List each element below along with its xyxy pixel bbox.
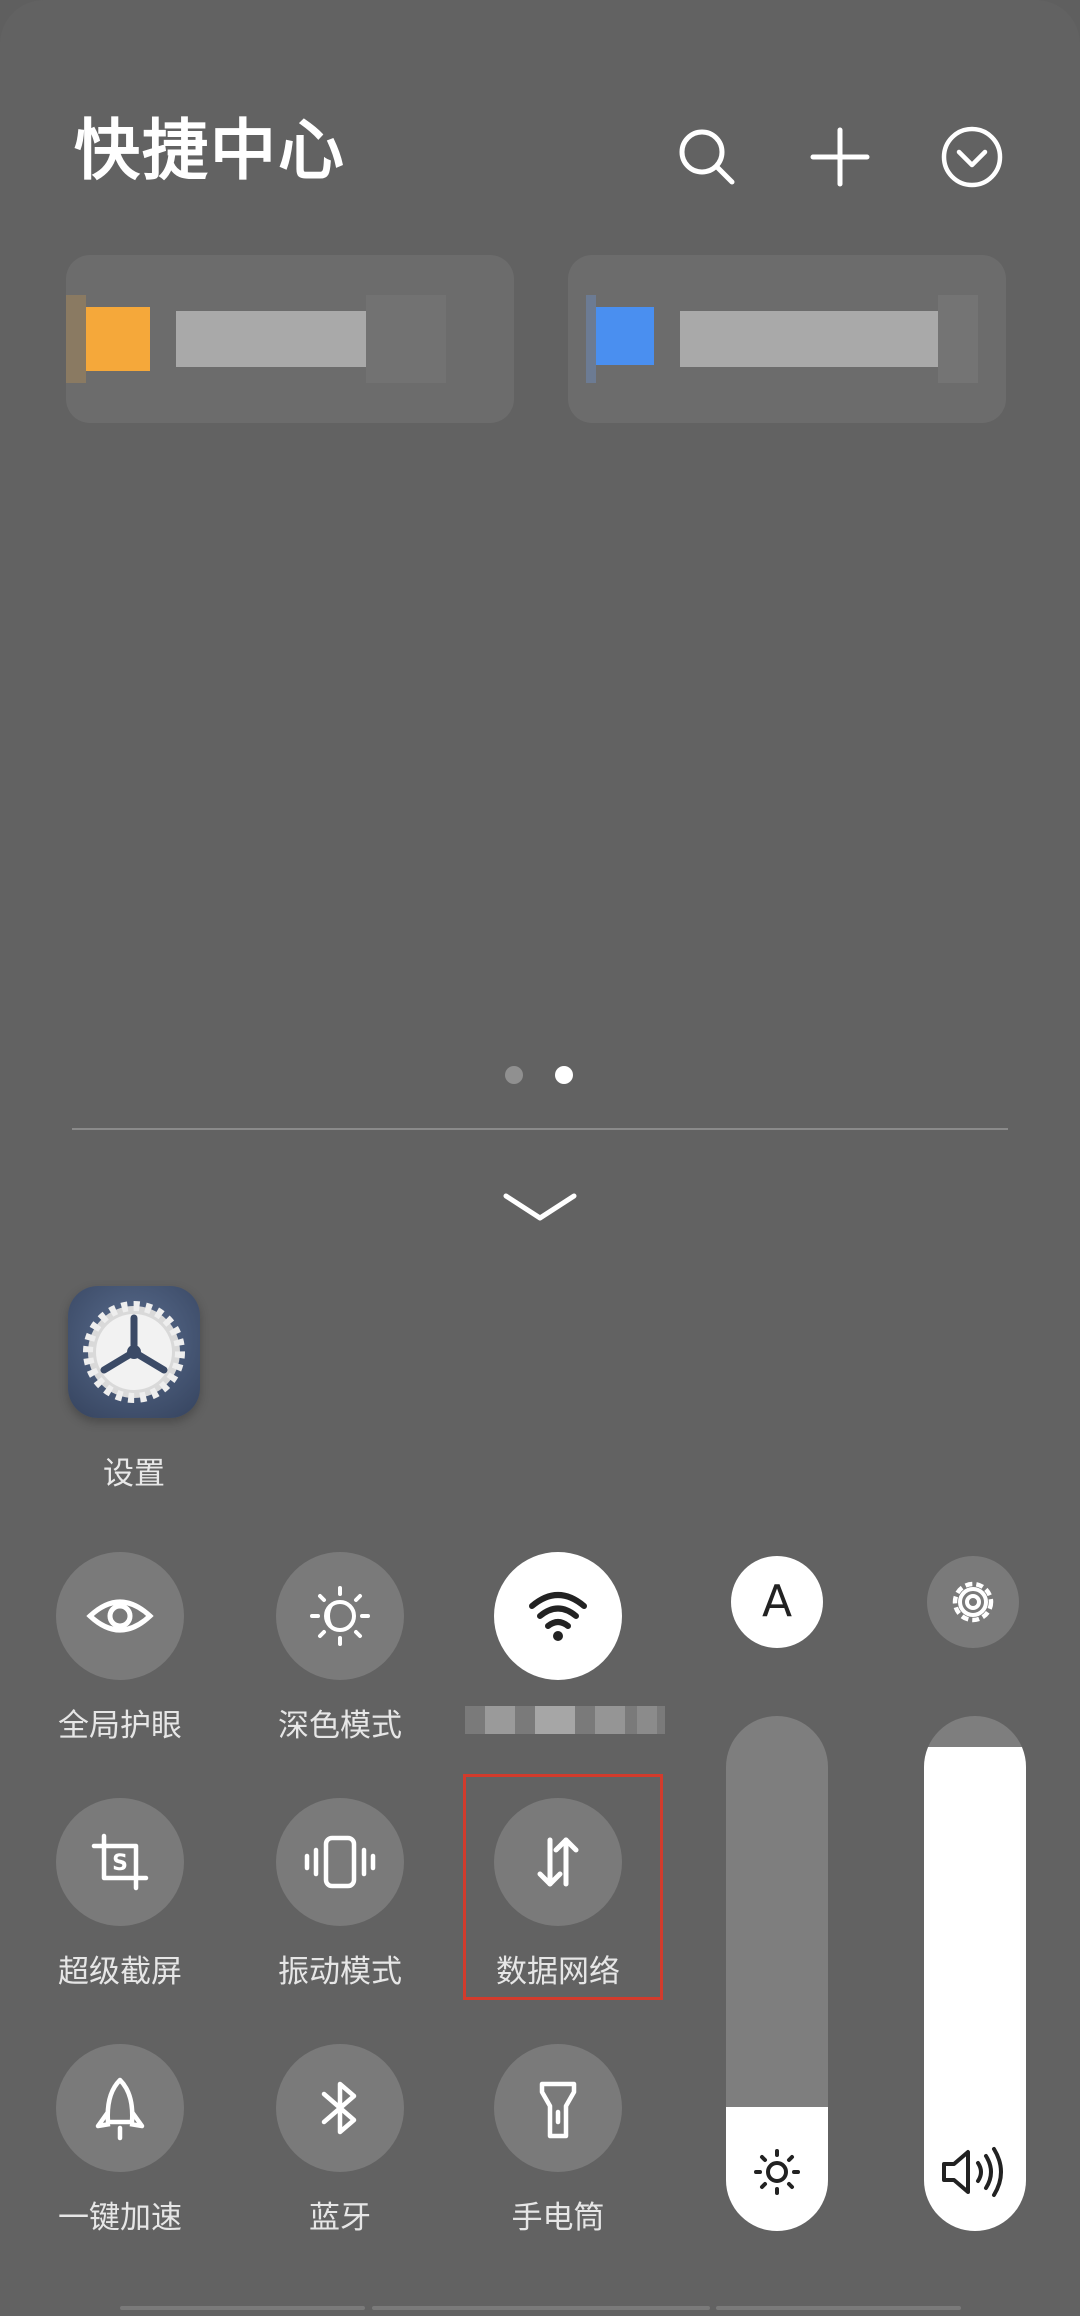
eye-icon — [86, 1599, 154, 1633]
svg-text:A: A — [762, 1576, 792, 1627]
tile-label: 蓝牙 — [309, 2200, 371, 2236]
tile-label: 全局护眼 — [58, 1708, 182, 1744]
tile-flashlight[interactable] — [494, 2044, 622, 2172]
divider — [72, 1128, 1008, 1130]
widget-card[interactable] — [568, 255, 1006, 423]
brightness-slider[interactable] — [726, 1716, 828, 2231]
tile-eye-comfort[interactable] — [56, 1552, 184, 1680]
card-app-icon — [86, 307, 150, 371]
bottom-bar-segment — [716, 2306, 961, 2310]
svg-text:S: S — [112, 1851, 128, 1876]
plus-icon — [810, 127, 870, 187]
bluetooth-icon — [321, 2081, 357, 2135]
dark-mode-icon — [310, 1586, 370, 1646]
volume-icon — [942, 2147, 1003, 2197]
settings-app-icon — [83, 1301, 185, 1403]
chevron-down-icon — [503, 1193, 577, 1221]
collapse-icon — [941, 126, 1003, 188]
tile-dark-mode[interactable] — [276, 1552, 404, 1680]
sun-icon — [754, 2149, 800, 2195]
gear-icon — [952, 1581, 994, 1623]
redacted-text — [176, 311, 366, 367]
tile-label: 一键加速 — [58, 2200, 182, 2236]
page-indicator — [505, 1066, 585, 1086]
volume-slider[interactable] — [924, 1716, 1026, 2231]
add-button[interactable] — [805, 122, 875, 192]
tile-wifi[interactable] — [494, 1552, 622, 1680]
tile-vibrate-mode[interactable] — [276, 1798, 404, 1926]
screenshot-icon: S — [91, 1833, 149, 1891]
tile-label: 超级截屏 — [58, 1954, 182, 1990]
auto-brightness-button[interactable]: A — [731, 1556, 823, 1648]
page-dot-active[interactable] — [555, 1066, 573, 1084]
rocket-icon — [95, 2077, 145, 2141]
bottom-bar-segment — [120, 2306, 365, 2310]
widget-card[interactable] — [66, 255, 514, 423]
bottom-bar-segment — [372, 2306, 710, 2310]
highlight-box — [463, 1774, 663, 2000]
tile-label: 手电筒 — [511, 2200, 605, 2236]
wifi-icon — [529, 1592, 587, 1641]
tile-label: 振动模式 — [278, 1954, 402, 1990]
vibrate-icon — [304, 1835, 376, 1889]
card-app-icon — [596, 307, 654, 365]
tile-bluetooth[interactable] — [276, 2044, 404, 2172]
app-label: 设置 — [103, 1456, 165, 1492]
tile-label: 深色模式 — [278, 1708, 402, 1744]
sound-settings-button[interactable] — [927, 1556, 1019, 1648]
settings-app-shortcut[interactable] — [68, 1286, 200, 1418]
tile-super-screenshot[interactable]: S — [56, 1798, 184, 1926]
page-dot[interactable] — [505, 1066, 523, 1084]
redacted-text — [680, 311, 938, 367]
search-button[interactable] — [672, 122, 742, 192]
wifi-network-name-redacted — [465, 1702, 665, 1738]
tile-one-key-boost[interactable] — [56, 2044, 184, 2172]
search-icon — [679, 129, 735, 185]
page-title: 快捷中心 — [74, 112, 346, 189]
collapse-button[interactable] — [937, 122, 1007, 192]
auto-brightness-icon: A — [762, 1576, 792, 1627]
expand-button[interactable] — [500, 1186, 580, 1230]
flashlight-icon — [539, 2081, 577, 2139]
